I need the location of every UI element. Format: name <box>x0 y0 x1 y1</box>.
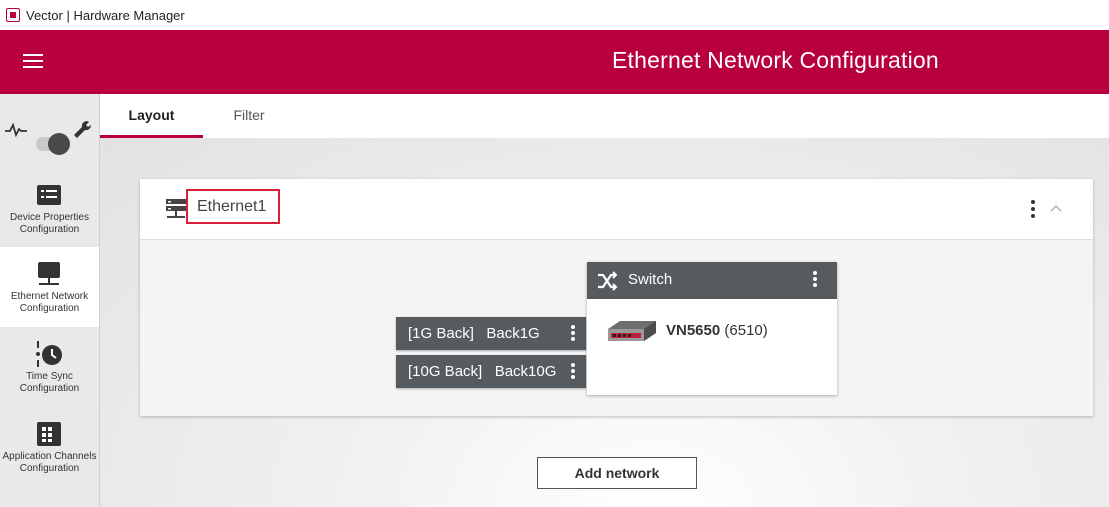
port-back10g[interactable]: [10G Back] Back10G <box>396 355 586 388</box>
port-back1g[interactable]: [1G Back] Back1G <box>396 317 586 350</box>
sidebar-item-ethernet-network[interactable]: Ethernet Network Configuration <box>0 247 99 327</box>
page-title: Ethernet Network Configuration <box>612 47 939 73</box>
add-network-button[interactable]: Add network <box>537 457 697 489</box>
device-properties-icon <box>37 185 61 205</box>
tab-bar: Layout Filter <box>100 94 1109 138</box>
chevron-up-icon[interactable] <box>1048 201 1064 215</box>
sidebar-item-time-sync[interactable]: Time Sync Configuration <box>0 327 99 407</box>
port-label: [1G Back] Back1G <box>408 325 540 342</box>
more-options-icon[interactable] <box>1028 199 1038 219</box>
tab-layout[interactable]: Layout <box>100 94 203 138</box>
switch-icon <box>598 271 618 291</box>
server-icon <box>166 199 186 218</box>
network-name-field[interactable]: Ethernet1 <box>186 189 280 224</box>
hamburger-menu-icon[interactable] <box>23 54 43 70</box>
device-image-icon <box>608 321 656 341</box>
sidebar-item-label: Ethernet Network Configuration <box>10 291 89 314</box>
sidebar: Device Properties Configuration Ethernet… <box>0 94 100 507</box>
app-header: Ethernet Network Configuration <box>0 30 1109 94</box>
sidebar-item-application-channels[interactable]: Application Channels Configuration <box>0 407 99 487</box>
device-label: VN5650 (6510) <box>666 322 768 339</box>
switch-more-options-icon[interactable] <box>812 271 818 289</box>
pulse-icon <box>5 122 27 138</box>
time-sync-icon <box>36 341 62 367</box>
sidebar-item-label: Device Properties Configuration <box>10 212 89 235</box>
tab-filter[interactable]: Filter <box>203 94 295 138</box>
switch-title: Switch <box>628 271 673 288</box>
network-card-header: Ethernet1 <box>140 179 1093 240</box>
wrench-icon <box>74 120 92 138</box>
device-model: VN5650 <box>666 322 721 339</box>
device-serial: (6510) <box>724 322 768 339</box>
ethernet-network-icon <box>38 262 60 285</box>
sidebar-item-label: Application Channels Configuration <box>2 451 97 474</box>
port-more-options-icon[interactable] <box>570 363 576 381</box>
port-more-options-icon[interactable] <box>570 325 576 343</box>
window-titlebar: Vector | Hardware Manager <box>0 0 1109 30</box>
sidebar-item-label: Time Sync Configuration <box>19 371 80 394</box>
application-channels-icon <box>37 422 61 446</box>
mode-switch-row <box>0 110 100 155</box>
mode-toggle[interactable] <box>36 133 70 155</box>
main-content: Ethernet1 [1G Back] Back1G [10G Back] Ba… <box>100 138 1109 507</box>
switch-header: Switch <box>587 262 837 299</box>
app-logo-icon <box>6 8 20 22</box>
window-title: Vector | Hardware Manager <box>26 7 185 23</box>
toggle-knob <box>48 133 70 155</box>
network-card: Ethernet1 [1G Back] Back1G [10G Back] Ba… <box>140 179 1093 416</box>
switch-block[interactable]: Switch VN5650 (6510) <box>587 262 837 395</box>
sidebar-item-device-properties[interactable]: Device Properties Configuration <box>0 168 99 248</box>
port-label: [10G Back] Back10G <box>408 363 557 380</box>
